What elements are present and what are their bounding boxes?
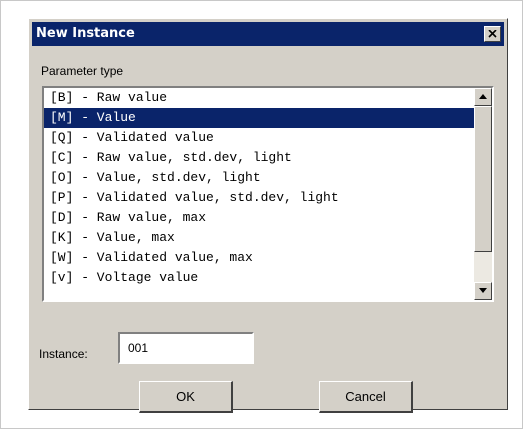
list-item[interactable]: [M] - Value — [44, 108, 474, 128]
instance-input[interactable] — [118, 332, 254, 364]
new-instance-dialog: New Instance Parameter type [B] - Raw va… — [28, 18, 508, 413]
parameter-type-items: [B] - Raw value [M] - Value [Q] - Validate… — [44, 88, 474, 288]
cancel-button[interactable]: Cancel — [319, 381, 413, 413]
close-icon — [488, 30, 497, 38]
list-item[interactable]: [W] - Validated value, max — [44, 248, 474, 268]
scroll-up-button[interactable] — [474, 88, 492, 106]
scroll-down-button[interactable] — [474, 282, 492, 300]
list-item[interactable]: [D] - Raw value, max — [44, 208, 474, 228]
list-item[interactable]: [Q] - Validated value — [44, 128, 474, 148]
dialog-title: New Instance — [36, 26, 135, 41]
parameter-type-label: Parameter type — [41, 64, 124, 78]
list-item[interactable]: [K] - Value, max — [44, 228, 474, 248]
instance-label: Instance: — [39, 347, 88, 361]
close-button[interactable] — [484, 26, 501, 42]
arrow-up-icon — [479, 94, 487, 99]
list-scrollbar[interactable] — [474, 88, 492, 300]
list-item[interactable]: [O] - Value, std.dev, light — [44, 168, 474, 188]
title-bar: New Instance — [32, 22, 504, 46]
list-item[interactable]: [P] - Validated value, std.dev, light — [44, 188, 474, 208]
list-item[interactable]: [C] - Raw value, std.dev, light — [44, 148, 474, 168]
scroll-thumb[interactable] — [474, 106, 492, 252]
arrow-down-icon — [479, 288, 487, 293]
list-item[interactable]: [B] - Raw value — [44, 88, 474, 108]
ok-button[interactable]: OK — [139, 381, 233, 413]
list-item[interactable]: [v] - Voltage value — [44, 268, 474, 288]
parameter-type-list[interactable]: [B] - Raw value [M] - Value [Q] - Validate… — [42, 86, 494, 302]
